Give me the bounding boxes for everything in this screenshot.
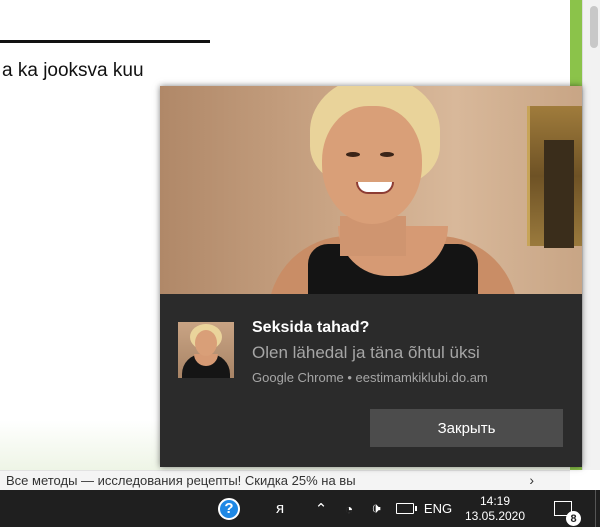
battery-icon[interactable] — [393, 490, 417, 527]
show-desktop-button[interactable] — [595, 490, 600, 527]
clock-time: 14:19 — [479, 493, 511, 508]
scrollbar-thumb[interactable] — [590, 6, 598, 48]
bottom-banner[interactable]: Все методы — исследования рецепты! Скидк… — [0, 470, 570, 490]
notification-count-badge: 8 — [566, 511, 581, 526]
clock-date: 13.05.2020 — [464, 508, 526, 523]
notification-body: Olen lähedal ja täna õhtul üksi — [252, 343, 480, 362]
chevron-up-icon[interactable]: ⌃ — [312, 490, 330, 527]
system-clock[interactable]: 14:19 13.05.2020 — [462, 490, 528, 527]
heading-rule — [0, 40, 210, 43]
people-icon[interactable]: ᴙ — [268, 490, 292, 527]
notification-title: Seksida tahad? — [252, 319, 370, 336]
language-indicator[interactable]: ENG — [422, 490, 454, 527]
help-icon: ? — [218, 497, 240, 520]
wifi-icon[interactable]: ◔ — [338, 490, 360, 527]
taskbar: ? ᴙ ⌃ ◔ 🕩 ENG 14:19 13.05.2020 8 — [0, 490, 600, 527]
volume-icon[interactable]: 🕩 — [364, 490, 388, 527]
bottom-banner-text: Все методы — исследования рецепты! Скидк… — [6, 473, 356, 488]
picture-frame — [527, 106, 582, 248]
page-text: a ka jooksva kuu — [2, 60, 144, 81]
vertical-scrollbar[interactable] — [582, 0, 600, 470]
notification-icon: 8 — [554, 501, 581, 526]
close-button[interactable]: Закрыть — [370, 409, 563, 447]
banner-chevron-icon[interactable]: › — [529, 472, 534, 488]
hero-image — [160, 86, 582, 294]
action-center-button[interactable]: 8 — [548, 490, 581, 527]
notification-source: Google Chrome • eestimamkiklubi.do.am — [252, 370, 488, 385]
notification-toast[interactable]: Seksida tahad? Olen lähedal ja täna õhtu… — [160, 86, 582, 467]
sender-avatar — [178, 322, 234, 378]
help-button[interactable]: ? — [216, 490, 242, 527]
